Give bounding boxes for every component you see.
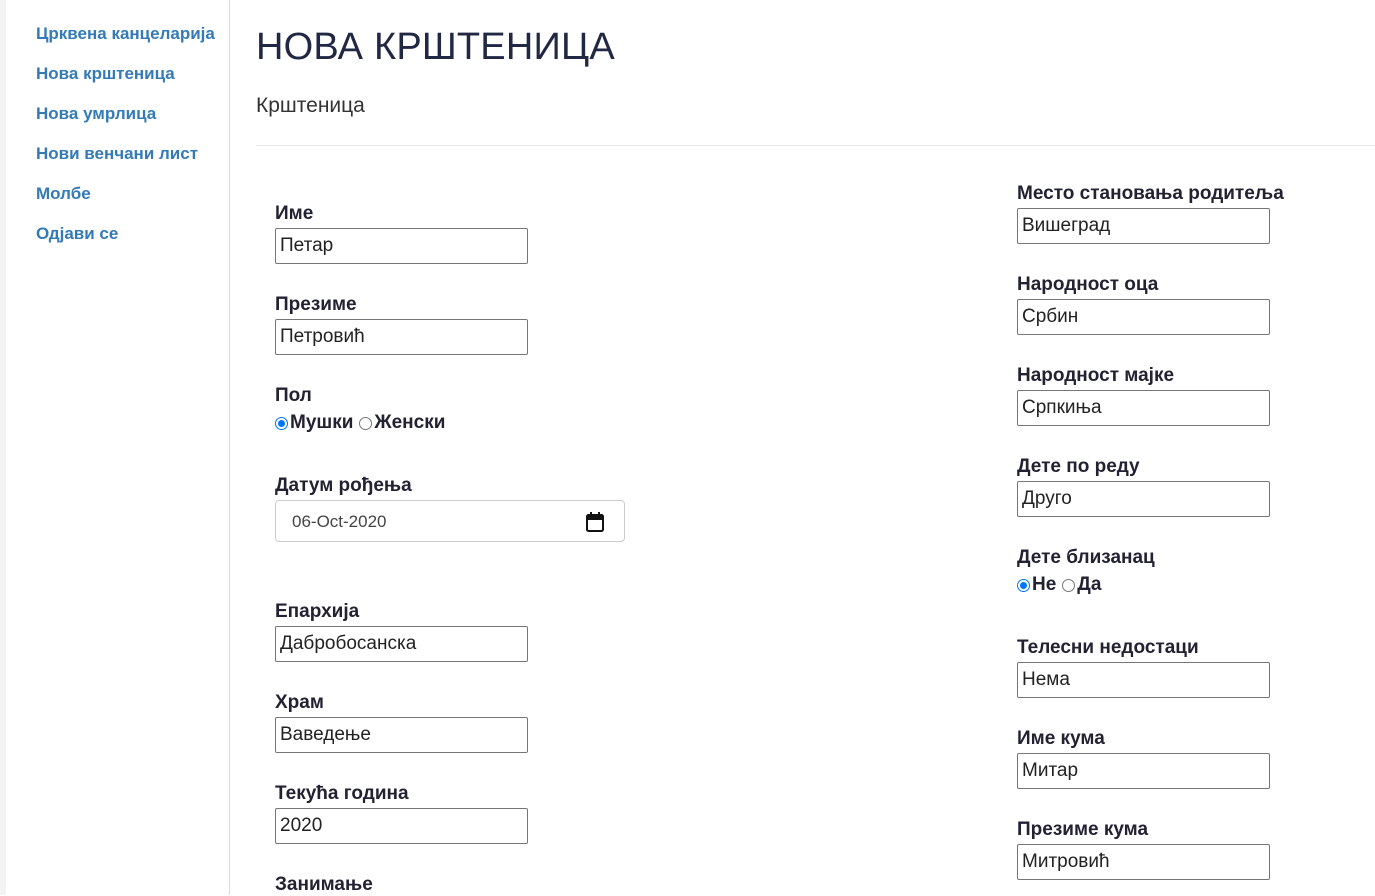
gender-radio-group: Мушки Женски [275, 412, 451, 436]
twin-yes-radio[interactable] [1062, 578, 1076, 592]
father-nationality-label: Народност оца [1017, 274, 1159, 295]
last-name-label: Презиме [275, 294, 357, 315]
twin-no-radio[interactable] [1017, 578, 1030, 592]
eparchy-label: Епархија [275, 601, 360, 622]
godparent-name-label: Име кума [1017, 728, 1105, 749]
occupation-label: Занимање [275, 874, 373, 895]
father-nationality-input[interactable] [1017, 299, 1270, 335]
godparent-surname-input[interactable] [1017, 844, 1270, 880]
divider [256, 145, 1375, 146]
child-order-label: Дете по реду [1017, 456, 1140, 477]
twin-radio-group: Не Да [1017, 574, 1107, 598]
physical-defects-input[interactable] [1017, 662, 1270, 698]
gender-female-radio[interactable] [359, 416, 373, 430]
sidebar-item-requests[interactable]: Молбе [36, 184, 91, 204]
parents-residence-label: Место становања родитеља [1017, 183, 1284, 204]
gender-male-radio[interactable] [275, 416, 288, 430]
twin-no-label: Не [1032, 574, 1057, 595]
godparent-name-input[interactable] [1017, 753, 1270, 789]
mother-nationality-input[interactable] [1017, 390, 1270, 426]
first-name-input[interactable] [275, 228, 528, 264]
page-title: НОВА КРШТЕНИЦА [256, 26, 615, 68]
gender-label: Пол [275, 385, 312, 406]
sidebar-item-new-death-certificate[interactable]: Нова умрлица [36, 104, 156, 124]
mother-nationality-label: Народност мајке [1017, 365, 1175, 386]
godparent-surname-label: Презиме кума [1017, 819, 1149, 840]
parents-residence-input[interactable] [1017, 208, 1270, 244]
temple-label: Храм [275, 692, 324, 713]
physical-defects-label: Телесни недостаци [1017, 637, 1199, 658]
eparchy-input[interactable] [275, 626, 528, 662]
current-year-label: Текућа година [275, 783, 409, 804]
child-order-input[interactable] [1017, 481, 1270, 517]
sidebar-item-church-office[interactable]: Црквена канцеларија [36, 24, 215, 44]
birth-date-label: Датум рођења [275, 475, 412, 496]
page-subtitle: Крштеница [256, 94, 365, 117]
current-year-input[interactable] [275, 808, 528, 844]
sidebar-item-new-baptism[interactable]: Нова крштеница [36, 64, 175, 84]
sidebar-item-new-marriage-certificate[interactable]: Нови венчани лист [36, 144, 198, 164]
temple-input[interactable] [275, 717, 528, 753]
gender-female-label: Женски [374, 412, 446, 433]
main-content: НОВА КРШТЕНИЦА Крштеница Име Презиме Пол… [231, 0, 1375, 895]
twin-label: Дете близанац [1017, 547, 1155, 568]
birth-date-input[interactable]: 06-Oct-2020 [275, 500, 625, 542]
sidebar: Црквена канцеларија Нова крштеница Нова … [0, 0, 230, 895]
last-name-input[interactable] [275, 319, 528, 355]
birth-date-value: 06-Oct-2020 [292, 512, 387, 531]
sidebar-item-logout[interactable]: Одјави се [36, 224, 118, 244]
twin-yes-label: Да [1077, 574, 1102, 595]
gender-male-label: Мушки [290, 412, 354, 433]
first-name-label: Име [275, 203, 314, 224]
calendar-icon[interactable] [586, 512, 604, 532]
